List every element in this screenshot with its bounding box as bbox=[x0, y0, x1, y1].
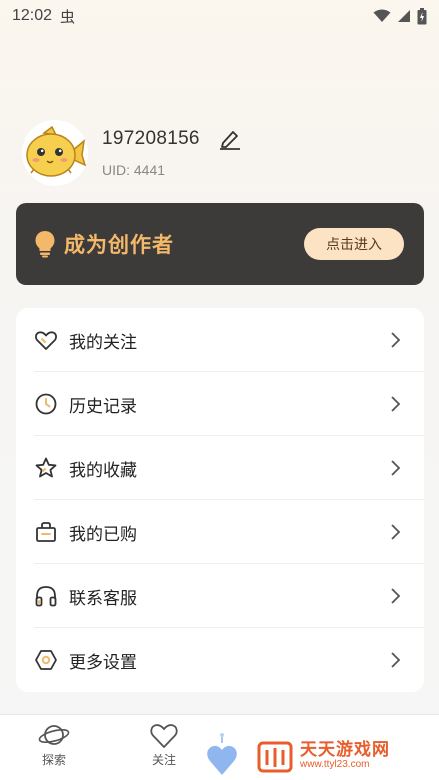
star-icon bbox=[34, 456, 58, 480]
menu-item-label: 历史记录 bbox=[69, 396, 137, 417]
menu-item-customer-service[interactable]: 联系客服 bbox=[16, 564, 424, 628]
wifi-icon bbox=[373, 9, 391, 22]
status-time: 12:02 bbox=[12, 7, 53, 24]
chevron-right-icon bbox=[391, 588, 401, 604]
planet-icon bbox=[38, 725, 70, 745]
settings-icon bbox=[34, 648, 58, 672]
nav-tab-explore[interactable]: 探索 bbox=[24, 721, 84, 768]
watermark-title: 天天游戏网 bbox=[300, 740, 390, 760]
chevron-right-icon bbox=[391, 652, 401, 668]
menu-item-settings[interactable]: 更多设置 bbox=[16, 628, 424, 692]
watermark: 天天游戏网 www.ttyl23.com bbox=[256, 736, 436, 776]
menu-item-label: 我的已购 bbox=[69, 524, 137, 545]
name-row: 197208156 bbox=[102, 128, 242, 150]
username: 197208156 bbox=[102, 128, 200, 149]
avatar[interactable] bbox=[22, 120, 88, 186]
menu-item-label: 我的关注 bbox=[69, 332, 137, 353]
creator-banner-title: 成为创作者 bbox=[64, 233, 174, 257]
heart-icon bbox=[34, 328, 58, 352]
chevron-right-icon bbox=[391, 332, 401, 348]
creator-banner[interactable]: 成为创作者 点击进入 bbox=[16, 203, 424, 285]
menu-item-label: 联系客服 bbox=[69, 588, 137, 609]
enter-creator-button[interactable]: 点击进入 bbox=[304, 228, 404, 260]
balloon-heart-icon bbox=[207, 733, 237, 775]
status-icons bbox=[373, 7, 427, 25]
menu-item-label: 我的收藏 bbox=[69, 460, 137, 481]
menu-card: 我的关注 历史记录 我的收藏 我的已购 联系客服 更多设置 bbox=[16, 308, 424, 692]
nav-label: 探索 bbox=[41, 753, 66, 767]
menu-item-purchased[interactable]: 我的已购 bbox=[16, 500, 424, 564]
profile-header: 197208156 UID: 4441 bbox=[22, 118, 422, 188]
chevron-right-icon bbox=[391, 524, 401, 540]
watermark-text: 天天游戏网 www.ttyl23.com bbox=[300, 741, 390, 771]
edit-icon[interactable] bbox=[218, 128, 242, 150]
menu-item-favorites[interactable]: 我的收藏 bbox=[16, 436, 424, 500]
clock-icon bbox=[34, 392, 58, 416]
status-bar: 12:02 虫 bbox=[0, 0, 439, 32]
pufferfish-avatar-icon bbox=[26, 125, 86, 177]
battery-icon bbox=[417, 7, 427, 24]
nav-center-button[interactable] bbox=[204, 727, 240, 780]
headphones-icon bbox=[34, 584, 58, 608]
menu-item-history[interactable]: 历史记录 bbox=[16, 372, 424, 436]
heart-icon bbox=[150, 724, 178, 748]
lightbulb-icon bbox=[35, 231, 55, 258]
menu-item-label: 更多设置 bbox=[69, 652, 137, 673]
profile-info: 197208156 UID: 4441 bbox=[102, 128, 242, 178]
user-id: UID: 4441 bbox=[102, 162, 166, 178]
signal-icon bbox=[398, 10, 410, 22]
watermark-logo-icon bbox=[257, 741, 293, 773]
shopping-bag-icon bbox=[34, 520, 58, 544]
menu-item-following[interactable]: 我的关注 bbox=[16, 308, 424, 372]
app-notification-icon: 虫 bbox=[60, 8, 76, 26]
nav-tab-following[interactable]: 关注 bbox=[134, 721, 194, 768]
chevron-right-icon bbox=[391, 396, 401, 412]
nav-label: 关注 bbox=[151, 753, 176, 767]
watermark-url: www.ttyl23.com bbox=[300, 759, 370, 770]
chevron-right-icon bbox=[391, 460, 401, 476]
